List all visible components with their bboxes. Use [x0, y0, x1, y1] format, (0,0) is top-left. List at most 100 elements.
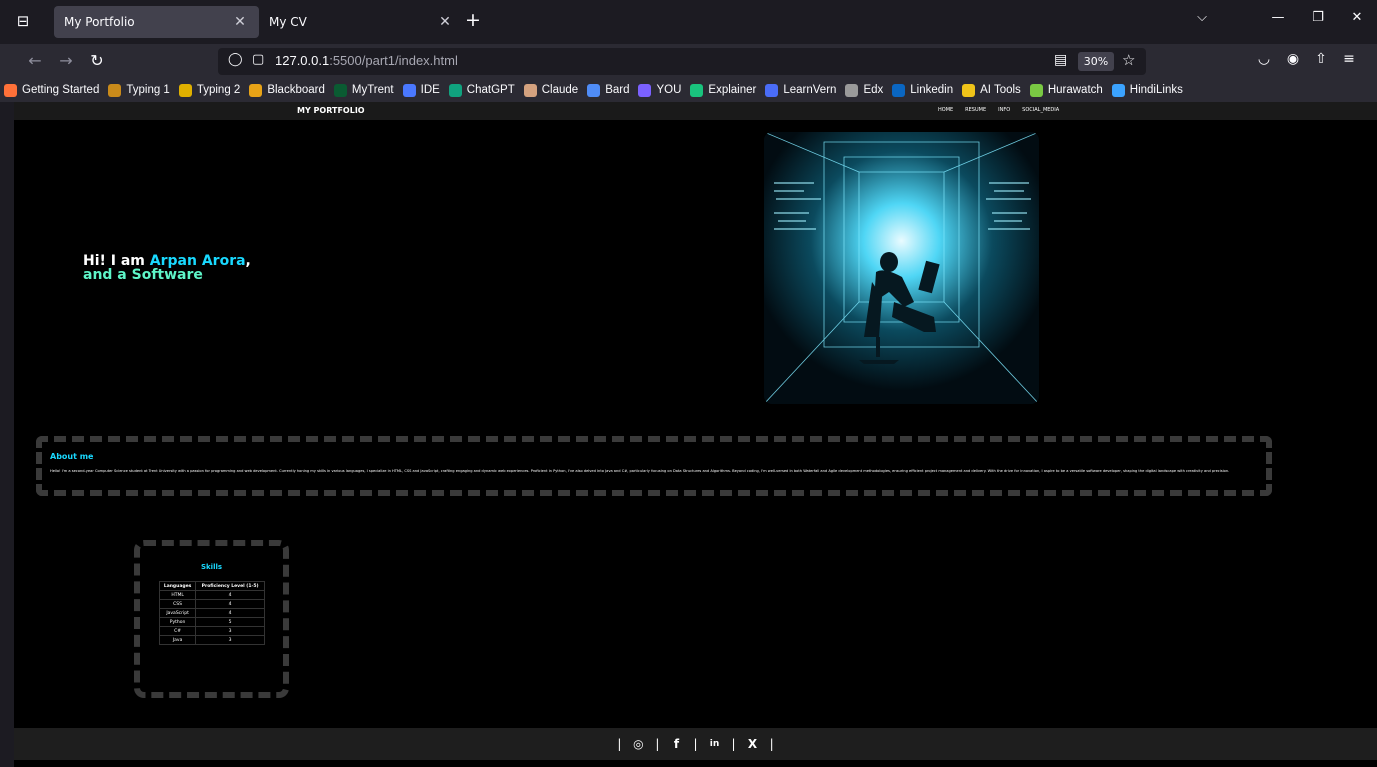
bookmark-item[interactable]: Edx	[845, 83, 883, 97]
hero-line-1: Hi! I am Arpan Arora,	[83, 253, 251, 269]
nav-home-link[interactable]: HOME	[938, 107, 953, 113]
bookmark-label: YOU	[656, 84, 682, 96]
nav-info-link[interactable]: INFO	[998, 107, 1010, 113]
close-icon[interactable]: ✕	[231, 14, 249, 30]
url-text[interactable]: 127.0.0.1:5500/part1/index.html	[275, 53, 458, 68]
tab-title: My CV	[269, 15, 307, 29]
bookmark-label: Blackboard	[267, 84, 325, 96]
page-viewport: MY PORTFOLIO HOME RESUME INFO SOCIAL_MED…	[14, 102, 1377, 767]
table-row: CSS 4	[158, 599, 265, 609]
table-cell: 3	[195, 635, 265, 645]
page-icon[interactable]: ▢	[252, 52, 264, 67]
shield-icon[interactable]: ◯	[228, 52, 243, 67]
bookmark-item[interactable]: IDE	[402, 83, 440, 97]
bookmark-item[interactable]: Blackboard	[249, 83, 325, 97]
site-nav: HOME RESUME INFO SOCIAL_MEDIA	[938, 107, 1059, 113]
new-tab-icon[interactable]: +	[462, 10, 484, 32]
hero-intro: Hi! I am Arpan Arora, and a Software	[83, 254, 251, 282]
bookmark-label: Explainer	[708, 84, 757, 96]
bookmark-item[interactable]: ChatGPT	[448, 83, 515, 97]
hero-image	[764, 132, 1039, 404]
bookmark-item[interactable]: YOU	[638, 83, 682, 97]
sparkle-icon	[587, 83, 601, 97]
table-header: Languages	[158, 581, 197, 591]
table-row: JavaScript 4	[158, 608, 265, 618]
hero-line-2: and a Software	[83, 267, 203, 283]
skills-table: Languages Proficiency Level (1-5) HTML 4 …	[158, 581, 265, 645]
bookmark-item[interactable]: HindiLinks	[1111, 83, 1183, 97]
bookmark-label: Typing 1	[126, 84, 170, 96]
linkedin-icon	[892, 83, 906, 97]
edx-icon	[845, 83, 859, 97]
navigation-bar: ← → ↻ ◯ ▢ 127.0.0.1:5500/part1/index.htm…	[0, 44, 1377, 78]
bookmark-star-icon[interactable]: ☆	[1122, 51, 1135, 69]
back-icon[interactable]: ←	[24, 50, 46, 72]
nav-resume-link[interactable]: RESUME	[965, 107, 986, 113]
account-icon[interactable]: ◉	[1282, 51, 1304, 67]
bookmark-label: Claude	[541, 84, 579, 96]
table-cell: JavaScript	[158, 608, 197, 618]
footer-separator: |	[617, 737, 622, 751]
footer-separator: |	[693, 737, 698, 751]
bookmark-item[interactable]: MyTrent	[333, 83, 394, 97]
skills-heading: Skills	[200, 563, 223, 571]
bookmark-item[interactable]: Explainer	[690, 83, 757, 97]
skills-section: Skills Languages Proficiency Level (1-5)…	[134, 540, 289, 698]
footer-separator: |	[655, 737, 660, 751]
site-header: MY PORTFOLIO HOME RESUME INFO SOCIAL_MED…	[14, 102, 1377, 120]
table-cell: 3	[195, 626, 265, 636]
about-section: About me Hello! I'm a second-year Comput…	[36, 436, 1272, 496]
browser-window: ⊟ My Portfolio ✕ My CV ✕ + ⌵ — ❐ ✕ ← → ↻…	[0, 0, 1377, 767]
tab-my-portfolio[interactable]: My Portfolio ✕	[54, 6, 259, 38]
bookmark-label: Getting Started	[22, 84, 100, 96]
nav-social-media-link[interactable]: SOCIAL_MEDIA	[1022, 107, 1059, 113]
forward-icon[interactable]: →	[55, 50, 77, 72]
footer-separator: |	[731, 737, 736, 751]
table-cell: CSS	[158, 599, 197, 609]
linkedin-icon[interactable]: in	[708, 739, 722, 749]
tab-bar: ⊟ My Portfolio ✕ My CV ✕ + ⌵ — ❐ ✕	[0, 0, 1377, 44]
table-row: Java 3	[158, 635, 265, 645]
menu-icon[interactable]: ≡	[1338, 51, 1360, 67]
reload-icon[interactable]: ↻	[86, 50, 108, 72]
d-icon	[690, 83, 704, 97]
x-icon[interactable]: X	[746, 737, 760, 751]
window-close-icon[interactable]: ✕	[1345, 10, 1369, 25]
extensions-icon[interactable]: ⇧	[1310, 51, 1332, 67]
bookmark-item[interactable]: Getting Started	[4, 83, 100, 97]
translate-icon	[765, 83, 779, 97]
bookmark-item[interactable]: LearnVern	[765, 83, 836, 97]
zoom-level[interactable]: 30%	[1078, 52, 1114, 71]
you-icon	[638, 83, 652, 97]
f-icon	[962, 83, 976, 97]
h-icon	[1029, 83, 1043, 97]
bookmark-label: AI Tools	[980, 84, 1021, 96]
mt-icon	[178, 83, 192, 97]
hand-icon	[108, 83, 122, 97]
url-bar[interactable]: ◯ ▢ 127.0.0.1:5500/part1/index.html ▤ 30…	[218, 48, 1146, 75]
restore-icon[interactable]: ❐	[1306, 10, 1330, 25]
table-cell: 4	[195, 599, 265, 609]
bookmark-label: Hurawatch	[1047, 84, 1103, 96]
close-icon[interactable]: ✕	[436, 14, 454, 30]
tab-my-cv[interactable]: My CV ✕	[259, 6, 464, 38]
instagram-icon[interactable]: ◎	[631, 737, 645, 751]
reader-view-icon[interactable]: ▤	[1054, 52, 1067, 68]
tab-list-icon[interactable]: ⊟	[12, 10, 34, 32]
chevron-down-icon[interactable]: ⌵	[1190, 10, 1214, 25]
bookmark-item[interactable]: Typing 1	[108, 83, 170, 97]
footer-separator: |	[769, 737, 774, 751]
bookmark-item[interactable]: Linkedin	[892, 83, 953, 97]
minimize-icon[interactable]: —	[1266, 10, 1290, 25]
bookmark-item[interactable]: Typing 2	[178, 83, 240, 97]
claude-icon	[523, 83, 537, 97]
pocket-icon[interactable]: ◡	[1253, 51, 1275, 67]
facebook-icon[interactable]: f	[669, 737, 683, 751]
bookmark-item[interactable]: Hurawatch	[1029, 83, 1103, 97]
chart-icon	[249, 83, 263, 97]
table-header: Proficiency Level (1-5)	[195, 581, 265, 591]
bookmark-item[interactable]: Bard	[587, 83, 629, 97]
bookmark-item[interactable]: AI Tools	[962, 83, 1021, 97]
site-brand[interactable]: MY PORTFOLIO	[297, 106, 365, 115]
bookmark-item[interactable]: Claude	[523, 83, 579, 97]
